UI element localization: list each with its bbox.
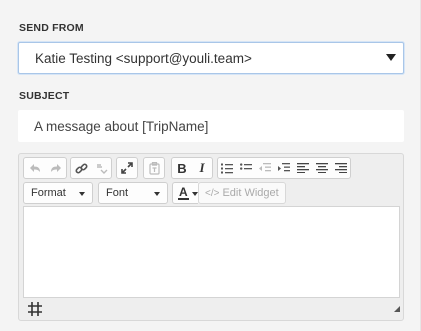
font-dropdown-label: Font [106,187,129,199]
chevron-down-icon [154,192,160,196]
message-settings-panel: SEND FROM Katie Testing <support@youli.t… [0,0,421,331]
indent-icon[interactable] [275,158,294,178]
bulleted-list-icon[interactable] [237,158,256,178]
style-toolbar-group: B I [171,157,213,179]
unlink-icon[interactable] [91,158,111,178]
align-left-icon[interactable] [293,158,312,178]
send-from-value: Katie Testing <support@youli.team> [35,50,252,66]
subject-input[interactable]: A message about [TripName] [18,110,404,142]
subject-label: SUBJECT [19,90,70,102]
font-dropdown[interactable]: Font [98,182,168,204]
bold-icon[interactable]: B [172,158,192,178]
paste-toolbar-group [143,157,165,179]
code-icon: </> [205,187,220,199]
chevron-down-icon [79,192,85,196]
outdent-icon[interactable] [256,158,275,178]
editor-content-area[interactable] [23,206,400,298]
rich-text-editor: B I Format Font A </> Edit Widget [18,153,404,321]
font-color-button[interactable]: A [172,182,198,204]
resize-grip-icon[interactable] [394,299,400,317]
send-from-select[interactable]: Katie Testing <support@youli.team> [18,42,404,74]
numbered-list-icon[interactable] [218,158,237,178]
editor-status-bar [19,300,403,320]
format-dropdown-label: Format [31,187,66,199]
align-right-icon[interactable] [331,158,350,178]
maximize-icon[interactable] [117,158,137,178]
send-from-label: SEND FROM [19,22,84,34]
subject-value: A message about [TripName] [34,118,209,134]
paste-text-icon[interactable] [144,158,164,178]
undo-icon[interactable] [24,158,45,178]
history-toolbar-group [23,157,67,179]
font-color-icon: A [178,184,189,200]
italic-icon[interactable]: I [192,158,212,178]
link-icon[interactable] [71,158,91,178]
paragraph-toolbar-group [217,157,351,179]
format-dropdown[interactable]: Format [23,182,93,204]
edit-widget-label: Edit Widget [222,187,279,199]
edit-widget-button[interactable]: </> Edit Widget [198,182,286,204]
align-center-icon[interactable] [312,158,331,178]
link-toolbar-group [70,157,112,179]
maximize-toolbar-group [116,157,138,179]
redo-icon[interactable] [45,158,66,178]
chevron-down-icon [386,54,396,61]
grid-icon[interactable] [28,302,42,321]
